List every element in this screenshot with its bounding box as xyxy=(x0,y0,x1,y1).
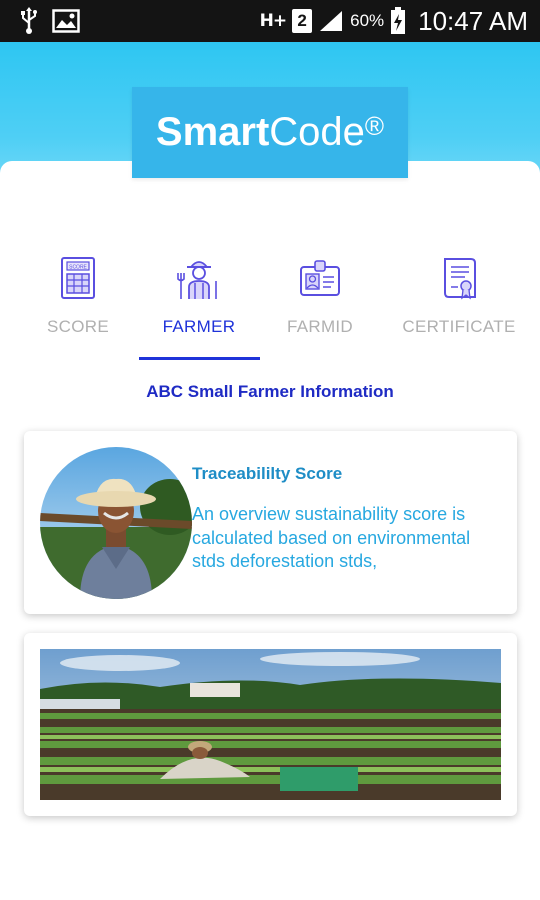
svg-text:SCORE: SCORE xyxy=(69,265,87,271)
active-tab-indicator xyxy=(139,357,260,360)
farm-photo-card[interactable] xyxy=(24,633,517,816)
usb-icon xyxy=(21,7,37,34)
tab-farmer-label: FARMER xyxy=(162,317,236,336)
card-description: An overview sustainability score is calc… xyxy=(192,504,471,571)
traceability-card[interactable]: Traceabililty Score An overview sustaina… xyxy=(24,431,517,614)
image-icon xyxy=(52,9,80,33)
tab-farmer[interactable]: FARMER xyxy=(134,255,264,360)
battery-icon xyxy=(391,7,406,34)
certificate-icon xyxy=(444,258,476,300)
sim-indicator: 2 xyxy=(292,9,313,33)
clock: 10:47 AM xyxy=(418,5,528,36)
app-logo: Smart Code ® xyxy=(132,87,408,178)
tab-bar: SCORE SCORE FARMER FARMID CERTIFICATE xyxy=(0,255,540,360)
tab-farmid-label: FARMID xyxy=(286,317,354,336)
farm-photo xyxy=(40,649,501,800)
section-title: ABC Small Farmer Information xyxy=(146,382,394,401)
tab-score-label: SCORE xyxy=(47,317,109,336)
logo-normal: Code xyxy=(269,110,365,154)
farmer-icon xyxy=(177,261,217,299)
status-bar: H+ 2 60% 10:47 AM xyxy=(0,0,540,42)
id-card-icon xyxy=(300,260,340,296)
logo-bold: Smart xyxy=(155,110,270,154)
farmer-photo xyxy=(40,447,192,599)
tab-farmid[interactable]: FARMID xyxy=(255,255,385,360)
tab-certificate-label: CERTIFICATE xyxy=(402,317,516,336)
network-type: H+ xyxy=(259,11,288,31)
card-title: Traceabililty Score xyxy=(192,464,343,483)
tab-score[interactable]: SCORE SCORE xyxy=(13,255,143,360)
battery-percent: 60% xyxy=(350,11,385,30)
signal-icon xyxy=(320,11,343,31)
scorecard-icon: SCORE xyxy=(61,257,95,299)
registered-mark: ® xyxy=(364,111,385,141)
tab-certificate[interactable]: CERTIFICATE xyxy=(394,255,524,360)
